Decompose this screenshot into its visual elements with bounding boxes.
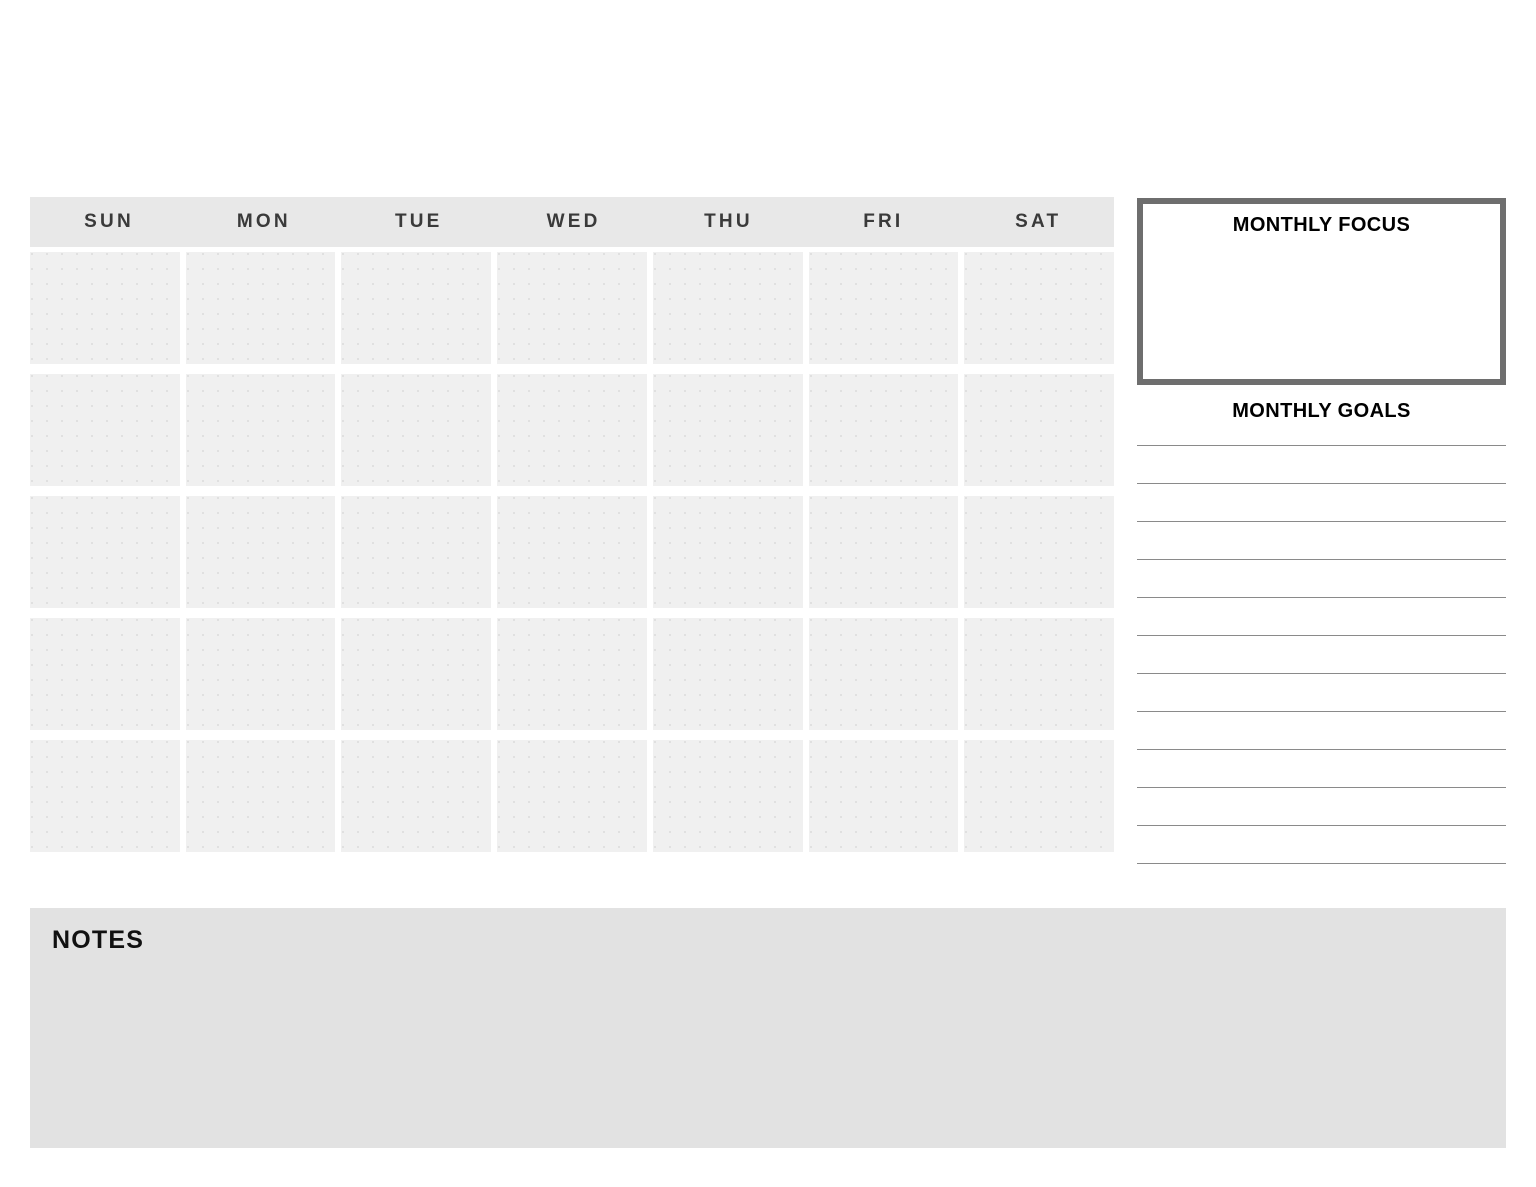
day-cell[interactable] — [185, 374, 336, 486]
weekday-header-fri: FRI — [863, 211, 904, 232]
notes-panel[interactable]: NOTES — [30, 908, 1506, 1148]
day-cell[interactable] — [341, 496, 492, 608]
day-cell[interactable] — [652, 618, 803, 730]
weekday-header-sat: SAT — [1015, 211, 1062, 232]
day-cell[interactable] — [30, 252, 180, 364]
weekday-header-mon: MON — [236, 211, 291, 232]
day-cell[interactable] — [497, 252, 647, 364]
goal-line[interactable] — [1137, 711, 1506, 749]
day-cell[interactable] — [30, 374, 180, 486]
day-cell[interactable] — [185, 740, 336, 852]
goal-line[interactable] — [1137, 483, 1506, 521]
day-cell[interactable] — [652, 740, 803, 852]
day-cell[interactable] — [652, 496, 803, 608]
goal-line[interactable] — [1137, 673, 1506, 711]
day-cell[interactable] — [341, 374, 492, 486]
day-cell[interactable] — [808, 740, 959, 852]
day-cell[interactable] — [497, 496, 647, 608]
calendar-day-grid — [30, 252, 1114, 852]
day-cell[interactable] — [808, 252, 959, 364]
day-cell[interactable] — [808, 374, 959, 486]
day-cell[interactable] — [652, 374, 803, 486]
day-cell[interactable] — [341, 252, 492, 364]
day-cell[interactable] — [30, 740, 180, 852]
day-cell[interactable] — [497, 374, 647, 486]
day-cell[interactable] — [30, 496, 180, 608]
day-cell[interactable] — [497, 740, 647, 852]
monthly-focus-title: MONTHLY FOCUS — [1232, 214, 1411, 236]
day-cell[interactable] — [341, 618, 492, 730]
weekday-header-sun: SUN — [84, 211, 134, 232]
day-cell[interactable] — [652, 252, 803, 364]
planner-page: SUN MON TUE WED THU FRI SAT MONTHLY FOCU… — [0, 0, 1536, 1187]
monthly-focus-box[interactable]: MONTHLY FOCUS — [1137, 198, 1506, 385]
goal-line[interactable] — [1137, 521, 1506, 559]
day-cell[interactable] — [964, 496, 1114, 608]
goal-line[interactable] — [1137, 863, 1506, 901]
day-cell[interactable] — [808, 496, 959, 608]
day-cell[interactable] — [964, 618, 1114, 730]
day-cell[interactable] — [964, 740, 1114, 852]
goal-line[interactable] — [1137, 635, 1506, 673]
day-cell[interactable] — [185, 496, 336, 608]
day-cell[interactable] — [808, 618, 959, 730]
day-cell[interactable] — [964, 374, 1114, 486]
day-cell[interactable] — [964, 252, 1114, 364]
day-cell[interactable] — [185, 252, 336, 364]
goal-line[interactable] — [1137, 749, 1506, 787]
monthly-goals-title: MONTHLY GOALS — [1232, 400, 1411, 422]
goal-line[interactable] — [1137, 559, 1506, 597]
monthly-goals-section: MONTHLY GOALS — [1137, 400, 1506, 901]
day-cell[interactable] — [497, 618, 647, 730]
calendar: SUN MON TUE WED THU FRI SAT — [30, 197, 1114, 852]
weekday-header-tue: TUE — [394, 211, 443, 232]
notes-title: NOTES — [52, 926, 145, 954]
day-cell[interactable] — [30, 618, 180, 730]
weekday-header-wed: WED — [546, 211, 601, 232]
calendar-weekday-header: SUN MON TUE WED THU FRI SAT — [30, 197, 1114, 247]
monthly-goals-lines — [1137, 445, 1506, 901]
goal-line[interactable] — [1137, 597, 1506, 635]
day-cell[interactable] — [185, 618, 336, 730]
goal-line[interactable] — [1137, 825, 1506, 863]
goal-line[interactable] — [1137, 787, 1506, 825]
weekday-header-thu: THU — [704, 211, 753, 232]
goal-line[interactable] — [1137, 445, 1506, 483]
day-cell[interactable] — [341, 740, 492, 852]
